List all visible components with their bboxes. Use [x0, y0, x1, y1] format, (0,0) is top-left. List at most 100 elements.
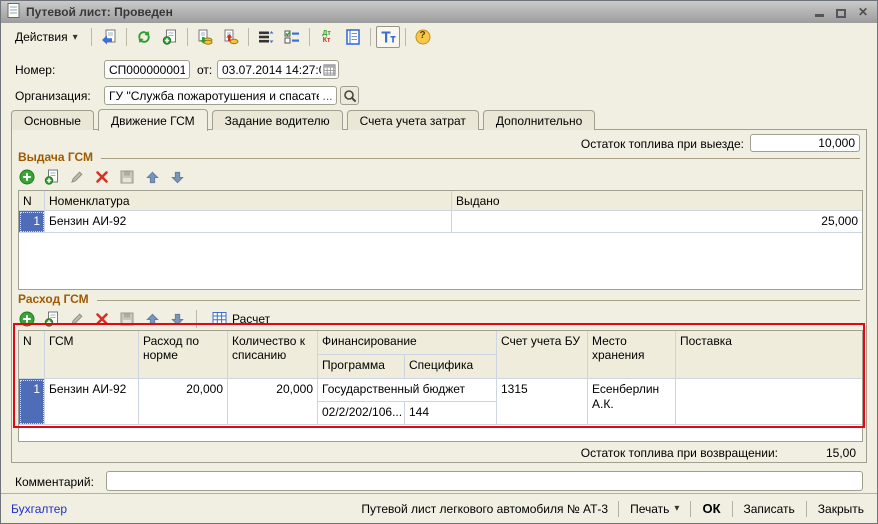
date-input[interactable]: 03.07.2014 14:27:05	[217, 60, 339, 79]
edit-row-icon[interactable]	[68, 310, 86, 328]
chevron-down-icon: ▾	[674, 503, 679, 514]
expense-table[interactable]: N ГСМ Расход по норме Количество к списа…	[18, 330, 863, 442]
refresh-icon[interactable]	[132, 26, 156, 48]
expense-row-supply[interactable]	[676, 379, 862, 425]
expense-col-rate[interactable]: Расход по норме	[139, 331, 228, 379]
move-up-icon[interactable]	[143, 310, 161, 328]
type-filter-icon[interactable]	[376, 26, 400, 48]
expense-col-supply[interactable]: Поставка	[676, 331, 862, 379]
close-icon[interactable]: ✕	[855, 5, 871, 19]
expense-section-header: Расход ГСМ	[18, 292, 860, 306]
toolbar-separator	[91, 28, 92, 46]
tab-zadanie-voditelyu[interactable]: Задание водителю	[212, 110, 343, 130]
tab-scheta-ucheta-zatrat[interactable]: Счета учета затрат	[347, 110, 479, 130]
organization-label: Организация:	[15, 89, 91, 103]
expense-col-qty[interactable]: Количество к списанию	[228, 331, 318, 379]
journal-icon[interactable]	[341, 26, 365, 48]
ok-button[interactable]: ОК	[691, 494, 731, 523]
issue-row-nomenclature[interactable]: Бензин АИ-92	[45, 211, 452, 233]
issue-col-nomenclature[interactable]: Номенклатура	[45, 191, 452, 211]
document-icon	[7, 3, 20, 21]
expense-col-financing[interactable]: Финансирование	[318, 331, 497, 355]
move-down-icon[interactable]	[168, 310, 186, 328]
organization-input[interactable]: ГУ "Служба пожаротушения и спасательны .…	[104, 86, 337, 105]
end-edit-icon[interactable]	[118, 310, 136, 328]
tab-dopolnitelno[interactable]: Дополнительно	[483, 110, 595, 130]
toolbar-separator	[309, 28, 310, 46]
add-row-icon[interactable]	[18, 310, 36, 328]
expense-row-location[interactable]: Есенберлин А.К.	[588, 379, 676, 425]
fuel-return-value: 15,00	[778, 446, 856, 460]
calc-grid-icon	[212, 311, 227, 328]
expense-col-location[interactable]: Место хранения	[588, 331, 676, 379]
issue-table[interactable]: N Номенклатура Выдано 1 Бензин АИ-92 25,…	[18, 190, 863, 290]
select-ellipsis-button[interactable]: ...	[319, 87, 336, 104]
expense-col-specifics[interactable]: Специфика	[405, 355, 497, 379]
toolbar-separator	[405, 28, 406, 46]
add-row-icon[interactable]	[18, 168, 36, 186]
copy-document-icon[interactable]	[158, 26, 182, 48]
end-edit-icon[interactable]	[118, 168, 136, 186]
toolbar-separator	[187, 28, 188, 46]
reread-document-icon[interactable]	[97, 26, 121, 48]
issue-table-empty-area[interactable]	[19, 233, 862, 289]
section-divider	[97, 300, 860, 301]
expense-col-program[interactable]: Программа	[318, 355, 405, 379]
unpost-document-icon[interactable]	[219, 26, 243, 48]
comment-input[interactable]	[106, 471, 863, 491]
expense-row-specifics[interactable]: 144	[405, 402, 497, 425]
main-toolbar: Действия▾ ДтКт	[3, 24, 875, 50]
search-icon[interactable]	[340, 86, 359, 105]
calc-button[interactable]: Расчет	[207, 309, 275, 330]
accountant-link[interactable]: Бухгалтер	[11, 502, 67, 516]
issue-section-title: Выдача ГСМ	[18, 150, 93, 164]
expense-row-gsm[interactable]: Бензин АИ-92	[45, 379, 139, 425]
issue-row-issued[interactable]: 25,000	[452, 211, 862, 233]
expense-row-rate[interactable]: 20,000	[139, 379, 228, 425]
expense-table-empty-area[interactable]	[19, 425, 862, 441]
maximize-icon[interactable]	[833, 5, 849, 19]
tab-osnovnye[interactable]: Основные	[11, 110, 94, 130]
expense-row-qty[interactable]: 20,000	[228, 379, 318, 425]
issue-toolbar	[18, 167, 186, 187]
expense-row-number[interactable]: 1	[19, 379, 45, 425]
issue-row-number[interactable]: 1	[19, 211, 45, 233]
section-divider	[101, 158, 860, 159]
tab-panel: Остаток топлива при выезде: Выдача ГСМ N…	[11, 129, 867, 463]
minimize-icon[interactable]	[811, 5, 827, 19]
move-up-icon[interactable]	[143, 168, 161, 186]
issue-col-n[interactable]: N	[19, 191, 45, 211]
expense-col-gsm[interactable]: ГСМ	[45, 331, 139, 379]
expense-row-program-line1[interactable]: Государственный бюджет	[318, 379, 497, 402]
issue-col-issued[interactable]: Выдано	[452, 191, 862, 211]
calendar-icon[interactable]	[321, 61, 338, 78]
expense-row-program-line2[interactable]: 02/2/202/106...	[318, 402, 405, 425]
tab-bar: Основные Движение ГСМ Задание водителю С…	[11, 108, 595, 130]
close-button[interactable]: Закрыть	[807, 494, 867, 523]
delete-row-icon[interactable]	[93, 168, 111, 186]
post-document-icon[interactable]	[193, 26, 217, 48]
number-input[interactable]	[104, 60, 190, 79]
expense-col-account[interactable]: Счет учета БУ	[497, 331, 588, 379]
actions-menu-button[interactable]: Действия▾	[7, 26, 86, 48]
toolbar-separator	[126, 28, 127, 46]
expense-section-title: Расход ГСМ	[18, 292, 89, 306]
list-settings-icon[interactable]	[280, 26, 304, 48]
copy-row-icon[interactable]	[43, 168, 61, 186]
date-label: от:	[197, 63, 212, 77]
debit-credit-icon[interactable]: ДтКт	[315, 26, 339, 48]
move-down-icon[interactable]	[168, 168, 186, 186]
title-bar: Путевой лист: Проведен ✕	[1, 1, 877, 23]
expense-col-n[interactable]: N	[19, 331, 45, 379]
tab-dvizhenie-gsm[interactable]: Движение ГСМ	[98, 109, 208, 131]
fuel-return-label: Остаток топлива при возвращении:	[581, 446, 778, 460]
list-structure-icon[interactable]	[254, 26, 278, 48]
help-icon[interactable]: ?	[411, 26, 435, 48]
copy-row-icon[interactable]	[43, 310, 61, 328]
save-button[interactable]: Записать	[733, 494, 806, 523]
comment-label: Комментарий:	[15, 475, 94, 489]
print-button[interactable]: Печать▾	[619, 494, 690, 523]
edit-row-icon[interactable]	[68, 168, 86, 186]
delete-row-icon[interactable]	[93, 310, 111, 328]
expense-row-account[interactable]: 1315	[497, 379, 588, 425]
